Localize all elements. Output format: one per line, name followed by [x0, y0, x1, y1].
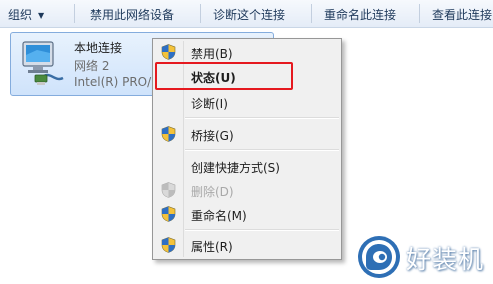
adapter-device: Intel(R) PRO/: [74, 75, 152, 89]
adapter-network: 网络 2: [74, 59, 110, 73]
toolbar-divider: [200, 4, 201, 23]
watermark-text: 好装机: [406, 245, 485, 274]
uac-shield-icon: [161, 237, 176, 253]
menu-separator: [185, 118, 339, 119]
menu-item-label: 禁用(B): [191, 47, 233, 61]
chevron-down-icon: ▼: [38, 11, 45, 20]
watermark-logo-icon: [358, 236, 400, 278]
menu-item-label: 删除(D): [191, 185, 234, 199]
uac-shield-icon: [161, 44, 176, 60]
menu-separator: [185, 230, 339, 231]
diagnose-connection-button[interactable]: 诊断这个连接: [213, 6, 285, 23]
menu-item-create-shortcut[interactable]: 创建快捷方式(S): [155, 155, 339, 177]
toolbar-divider: [74, 4, 75, 23]
menu-item-delete: 删除(D): [155, 179, 339, 201]
menu-separator: [185, 150, 339, 151]
menu-item-label: 桥接(G): [191, 129, 234, 143]
menu-item-label: 创建快捷方式(S): [191, 161, 280, 175]
uac-shield-icon: [161, 126, 176, 142]
menu-item-properties[interactable]: 属性(R): [155, 234, 339, 256]
organize-label: 组织: [8, 8, 33, 22]
uac-shield-icon: [161, 182, 176, 198]
toolbar-divider: [311, 4, 312, 23]
disable-device-button[interactable]: 禁用此网络设备: [90, 6, 174, 23]
menu-item-label: 属性(R): [191, 240, 233, 254]
network-adapter-icon: [22, 41, 64, 85]
menu-item-disable[interactable]: 禁用(B): [155, 41, 339, 63]
uac-shield-icon: [161, 206, 176, 222]
organize-menu-button[interactable]: 组织 ▼: [8, 6, 44, 23]
menu-item-diagnose[interactable]: 诊断(I): [155, 91, 339, 113]
command-bar: 组织 ▼ 禁用此网络设备 诊断这个连接 重命名此连接 查看此连接: [0, 0, 493, 28]
view-status-button[interactable]: 查看此连接: [432, 6, 492, 23]
annotation-highlight-box: [155, 62, 293, 90]
menu-item-label: 重命名(M): [191, 209, 247, 223]
adapter-name: 本地连接: [74, 41, 123, 55]
toolbar-divider: [419, 4, 420, 23]
rename-connection-button[interactable]: 重命名此连接: [324, 6, 396, 23]
menu-item-bridge[interactable]: 桥接(G): [155, 123, 339, 145]
menu-item-label: 诊断(I): [191, 97, 228, 111]
menu-item-rename[interactable]: 重命名(M): [155, 203, 339, 225]
